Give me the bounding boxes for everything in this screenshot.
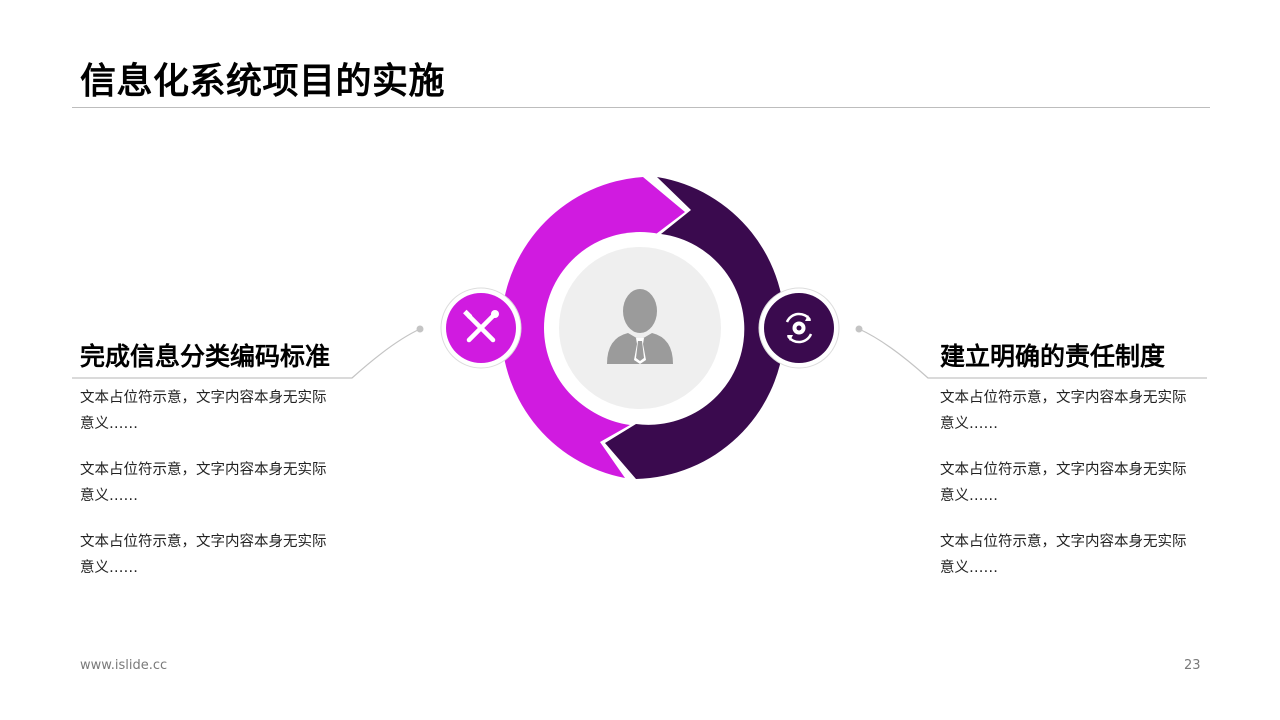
right-item-3: 文本占位符示意，文字内容本身无实际意义…… [940,534,1187,576]
right-heading: 建立明确的责任制度 [940,342,1166,371]
left-item-3: 文本占位符示意，文字内容本身无实际意义…… [80,534,327,576]
left-item-1: 文本占位符示意，文字内容本身无实际意义…… [80,390,327,432]
right-connector-dot [855,325,863,333]
page-number: 23 [1184,658,1201,673]
right-item-2: 文本占位符示意，文字内容本身无实际意义…… [940,462,1187,504]
right-item-1: 文本占位符示意，文字内容本身无实际意义…… [940,390,1187,432]
left-item-2: 文本占位符示意，文字内容本身无实际意义…… [80,462,327,504]
left-heading: 完成信息分类编码标准 [80,342,331,371]
right-text-block: 建立明确的责任制度 文本占位符示意，文字内容本身无实际意义…… 文本占位符示意，… [940,338,1210,581]
footer-url[interactable]: www.islide.cc [80,658,167,673]
left-text-block: 完成信息分类编码标准 文本占位符示意，文字内容本身无实际意义…… 文本占位符示意… [80,338,350,581]
left-connector-dot [416,325,424,333]
